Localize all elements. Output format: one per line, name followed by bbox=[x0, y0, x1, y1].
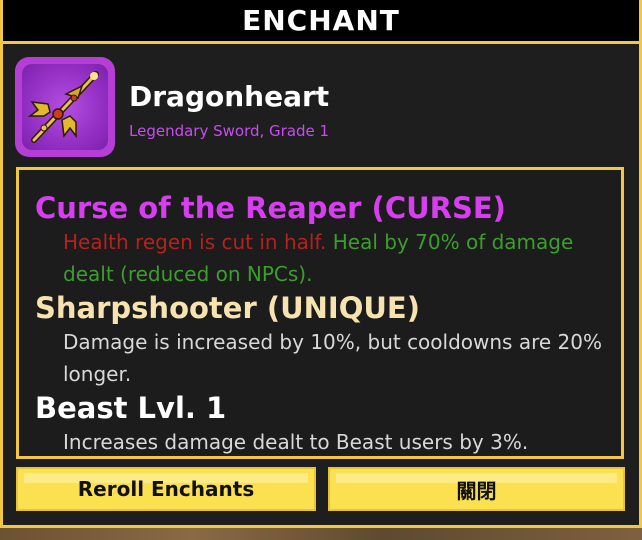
enchant-title: Sharpshooter (UNIQUE) bbox=[35, 291, 420, 325]
enchant-description: Increases damage dealt to Beast users by… bbox=[63, 430, 529, 454]
enchant-negative-effect: Health regen is cut in half. bbox=[63, 230, 327, 254]
enchant-panel: ENCHANT Dragonheart Legendary Sword, Gra… bbox=[0, 0, 642, 528]
enchant-title: Beast Lvl. 1 bbox=[35, 391, 227, 425]
enchant-entry: Sharpshooter (UNIQUE) Damage is increase… bbox=[35, 290, 609, 390]
sword-icon bbox=[22, 64, 108, 150]
reroll-enchants-button[interactable]: Reroll Enchants bbox=[16, 467, 316, 511]
enchant-description: Health regen is cut in half. Heal by 70%… bbox=[63, 226, 609, 290]
panel-title: ENCHANT bbox=[3, 0, 639, 44]
enchant-entry: Curse of the Reaper (CURSE) Health regen… bbox=[35, 190, 609, 290]
enchant-title: Curse of the Reaper (CURSE) bbox=[35, 191, 506, 225]
enchant-description: Damage is increased by 10%, but cooldown… bbox=[63, 330, 602, 386]
item-subtitle: Legendary Sword, Grade 1 bbox=[129, 122, 330, 140]
item-icon-frame bbox=[15, 57, 115, 157]
reroll-enchants-label: Reroll Enchants bbox=[77, 477, 255, 501]
close-label: 關閉 bbox=[456, 478, 497, 503]
background-floor bbox=[0, 526, 642, 540]
item-name: Dragonheart bbox=[129, 80, 330, 113]
enchant-entry: Beast Lvl. 1 Increases damage dealt to B… bbox=[35, 390, 609, 456]
close-button[interactable]: 關閉 bbox=[328, 467, 625, 511]
enchant-list[interactable]: Curse of the Reaper (CURSE) Health regen… bbox=[16, 167, 624, 459]
